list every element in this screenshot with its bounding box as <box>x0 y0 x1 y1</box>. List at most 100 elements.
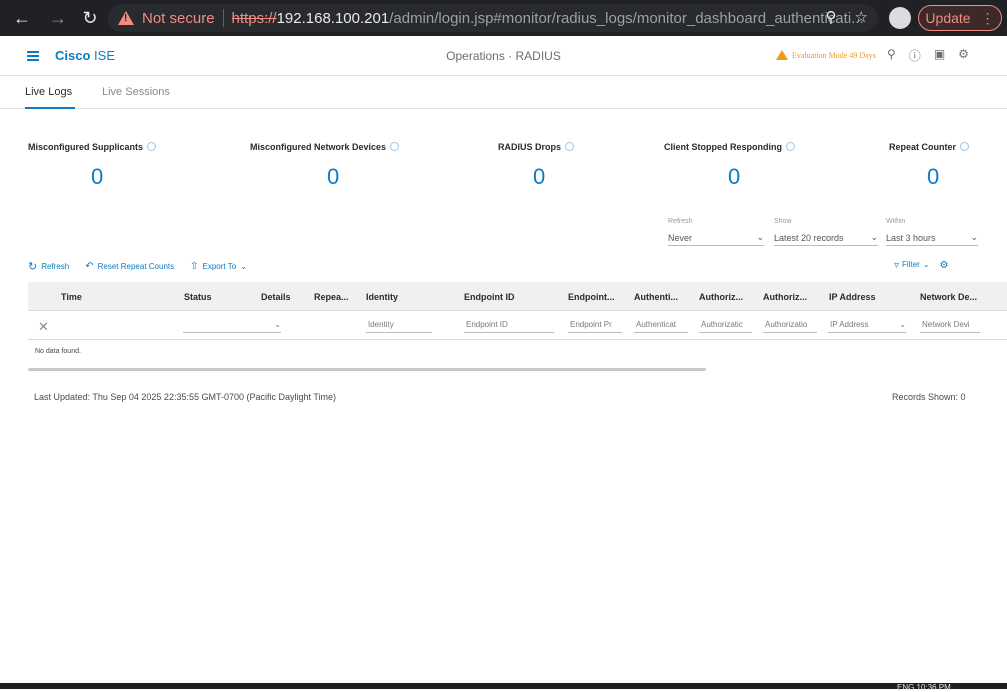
filter-button[interactable]: ▿ Filter ⌄ <box>894 260 930 271</box>
tab-live-logs[interactable]: Live Logs <box>25 86 76 109</box>
funnel-icon: ▿ <box>894 260 900 271</box>
url-text[interactable]: https://192.168.100.201/admin/login.jsp#… <box>232 10 864 27</box>
refresh-filter-label: Refresh <box>668 218 693 225</box>
within-select-value: Last 3 hours <box>886 232 936 243</box>
authentication-policy-filter-input[interactable]: Authenticat <box>634 316 688 333</box>
metric-misconfigured-supplicants: Misconfigured Supplicants 0 <box>28 142 168 190</box>
browser-toolbar: ← → ↻ Not secure https://192.168.100.201… <box>0 0 1007 36</box>
tab-bar: Live Logs Live Sessions <box>0 76 1007 109</box>
column-endpoint-profile[interactable]: Endpoint... <box>568 292 615 302</box>
update-button[interactable]: Update ⋮ <box>918 5 1002 31</box>
profile-avatar[interactable] <box>889 7 911 29</box>
more-vert-icon: ⋮ <box>980 9 995 26</box>
column-time[interactable]: Time <box>61 292 82 302</box>
authorization-policy-filter-placeholder: Authorizatic <box>701 319 743 329</box>
column-repeat-count[interactable]: Repea... <box>314 292 349 302</box>
column-details[interactable]: Details <box>261 292 291 302</box>
evaluation-warning-text: Evaluation Mode 49 Days <box>792 50 876 60</box>
column-network-device[interactable]: Network De... <box>920 292 977 302</box>
warning-icon <box>118 11 134 25</box>
metric-value[interactable]: 0 <box>498 164 588 190</box>
within-filter: Within Last 3 hours ⌄ <box>886 218 978 246</box>
records-shown: Records Shown: 0 <box>892 392 966 402</box>
column-authorization-profiles[interactable]: Authoriz... <box>763 292 807 302</box>
endpoint-id-filter-input[interactable]: Endpoint ID <box>464 316 554 333</box>
refresh-button[interactable]: ↻ Refresh <box>28 260 69 273</box>
ip-address-filter-placeholder: IP Address <box>830 319 869 329</box>
reset-repeat-counts-button[interactable]: ↶ Reset Repeat Counts <box>85 261 174 272</box>
warning-icon <box>776 50 788 60</box>
info-icon[interactable] <box>786 142 795 151</box>
endpoint-profile-filter-placeholder: Endpoint Pr <box>570 319 612 329</box>
notifications-icon[interactable]: ▣ <box>934 47 945 64</box>
info-icon[interactable] <box>390 142 400 151</box>
bookmark-star-icon[interactable]: ☆ <box>855 8 868 26</box>
ip-address-filter-select[interactable]: IP Address ⌄ <box>828 316 906 333</box>
chevron-down-icon: ⌄ <box>756 232 764 242</box>
show-select-value: Latest 20 records <box>774 232 844 243</box>
refresh-filter: Refresh Never ⌄ <box>668 218 764 246</box>
column-authorization-policy[interactable]: Authoriz... <box>699 292 743 302</box>
show-select[interactable]: Latest 20 records ⌄ <box>774 230 878 246</box>
update-label: Update <box>925 10 971 26</box>
authentication-policy-filter-placeholder: Authenticat <box>636 319 677 329</box>
refresh-select[interactable]: Never ⌄ <box>668 230 764 246</box>
column-identity[interactable]: Identity <box>366 292 398 302</box>
metric-repeat-counter: Repeat Counter 0 <box>889 142 981 190</box>
network-device-filter-input[interactable]: Network Devi <box>920 316 980 333</box>
metric-value[interactable]: 0 <box>250 164 420 190</box>
metric-label: Repeat Counter <box>889 142 957 152</box>
undo-icon: ↶ <box>85 261 94 272</box>
evaluation-warning[interactable]: Evaluation Mode 49 Days <box>776 50 876 60</box>
clear-filters-icon[interactable]: ✕ <box>38 319 49 335</box>
refresh-icon: ↻ <box>28 261 38 273</box>
security-indicator[interactable]: Not secure <box>142 10 215 27</box>
column-authentication-policy[interactable]: Authenti... <box>634 292 678 302</box>
divider <box>222 9 224 27</box>
zoom-icon[interactable]: ⚲ <box>826 8 837 26</box>
show-filter-label: Show <box>774 218 792 225</box>
settings-icon[interactable]: ⚙ <box>958 47 969 64</box>
info-icon[interactable] <box>960 142 970 151</box>
log-toolbar: ↻ Refresh ↶ Reset Repeat Counts ⇧ Export To… <box>28 260 247 273</box>
identity-filter-input[interactable]: Identity <box>366 316 432 333</box>
reload-icon[interactable]: ↻ <box>78 6 102 30</box>
metric-value[interactable]: 0 <box>664 164 814 190</box>
metric-radius-drops: RADIUS Drops 0 <box>498 142 588 190</box>
endpoint-profile-filter-input[interactable]: Endpoint Pr <box>568 316 622 333</box>
column-endpoint-id[interactable]: Endpoint ID <box>464 292 515 302</box>
export-to-button[interactable]: ⇧ Export To ⌄ <box>190 261 247 272</box>
chevron-down-icon: ⌄ <box>970 232 978 242</box>
show-filter: Show Latest 20 records ⌄ <box>774 218 878 246</box>
within-select[interactable]: Last 3 hours ⌄ <box>886 230 978 246</box>
info-icon[interactable] <box>565 142 575 151</box>
chevron-down-icon: ⌄ <box>922 260 930 269</box>
tab-live-sessions[interactable]: Live Sessions <box>102 86 170 98</box>
column-status[interactable]: Status <box>184 292 212 302</box>
metric-label: Misconfigured Network Devices <box>250 142 387 152</box>
search-icon[interactable]: ⚲ <box>887 47 896 64</box>
forward-icon[interactable]: → <box>46 6 70 30</box>
back-icon[interactable]: ← <box>10 6 34 30</box>
gear-icon[interactable]: ⚙ <box>940 260 949 271</box>
column-ip-address[interactable]: IP Address <box>829 292 876 302</box>
address-bar[interactable]: Not secure https://192.168.100.201/admin… <box>108 4 878 32</box>
metric-value[interactable]: 0 <box>889 164 981 190</box>
network-device-filter-placeholder: Network Devi <box>922 319 970 329</box>
metric-label: Client Stopped Responding <box>664 142 782 152</box>
app-header: Cisco ISE Operations · RADIUS Evaluation… <box>0 36 1007 76</box>
refresh-select-value: Never <box>668 232 693 243</box>
status-filter-select[interactable]: ⌄ <box>183 316 281 333</box>
metric-value[interactable]: 0 <box>28 164 168 190</box>
endpoint-id-filter-placeholder: Endpoint ID <box>466 319 508 329</box>
help-icon[interactable]: ⓘ <box>909 47 921 64</box>
system-tray: ENG 10:36 PM <box>897 683 951 692</box>
url-path: /admin/login.jsp#monitor/radius_logs/mon… <box>389 9 864 27</box>
horizontal-scrollbar[interactable] <box>28 368 706 371</box>
table-filter-row: ✕ ⌄ Identity Endpoint ID Endpoint Pr Aut… <box>28 311 1007 340</box>
authorization-profiles-filter-input[interactable]: Authorizatio <box>763 316 817 333</box>
metric-client-stopped-responding: Client Stopped Responding 0 <box>664 142 814 190</box>
authorization-policy-filter-input[interactable]: Authorizatic <box>699 316 752 333</box>
identity-filter-placeholder: Identity <box>368 319 394 329</box>
info-icon[interactable] <box>147 142 157 151</box>
